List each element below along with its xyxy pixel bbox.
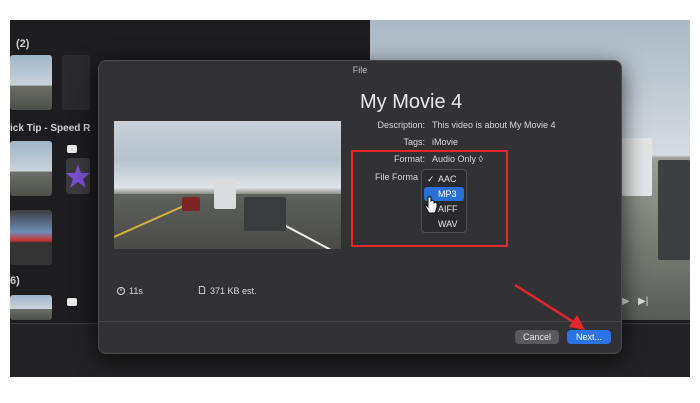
preview-car (244, 197, 286, 231)
tags-field[interactable]: iMovie (432, 137, 532, 147)
clock-icon (117, 287, 125, 295)
movie-title[interactable]: My Movie 4 (360, 91, 462, 114)
description-label: Description: (377, 120, 425, 130)
file-icon (198, 286, 206, 294)
preview-truck (214, 179, 236, 209)
skip-forward-icon[interactable]: ▶| (638, 296, 648, 307)
description-field[interactable]: This video is about My Movie 4 (432, 120, 612, 130)
preview-thumbnail (114, 121, 341, 249)
play-icon[interactable]: ▶ (622, 296, 630, 307)
library-section-count: (2) (16, 38, 30, 50)
library-clip-thumbnail[interactable] (10, 55, 52, 110)
library-clip-thumbnail[interactable] (10, 141, 52, 196)
star-icon (66, 158, 90, 194)
camera-icon (67, 298, 77, 306)
tags-label: Tags: (403, 137, 425, 147)
pointer-cursor-icon (424, 196, 438, 214)
library-section-count: 6) (10, 275, 20, 287)
library-clip-thumbnail[interactable] (10, 295, 52, 320)
viewer-truck (658, 160, 690, 260)
file-size-estimate: 371 KB est. (210, 286, 257, 296)
duration-value: 11s (129, 286, 143, 296)
preview-car (182, 197, 200, 211)
camera-icon (67, 145, 77, 153)
viewer-truck (622, 138, 652, 196)
library-clip-thumbnail[interactable] (62, 55, 90, 110)
library-clip-thumbnail[interactable] (10, 210, 52, 265)
imovie-window: (2) ick Tip - Speed R 6) ▶ ▶| File My Mo… (10, 20, 690, 377)
dialog-title: File (352, 65, 368, 75)
library-project-label: ick Tip - Speed R (10, 123, 91, 134)
annotation-arrow (514, 283, 585, 330)
screenshot-frame: (2) ick Tip - Speed R 6) ▶ ▶| File My Mo… (0, 0, 700, 403)
